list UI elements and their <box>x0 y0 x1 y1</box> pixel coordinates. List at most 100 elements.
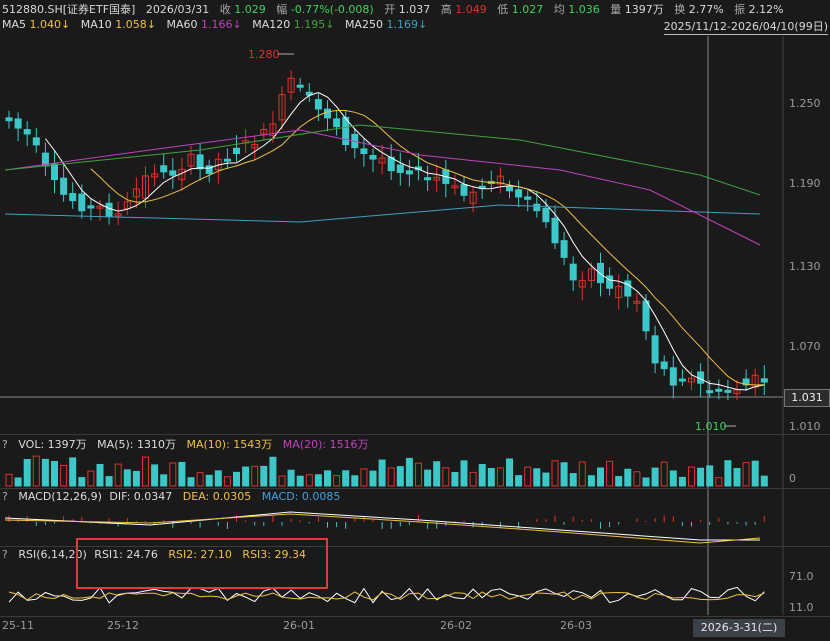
volume-bar <box>342 470 350 487</box>
volume-bar <box>542 472 550 487</box>
cursor-date-label: 2026-3-31(二) <box>693 619 785 637</box>
volume-bar <box>533 468 541 487</box>
panel-menu-icon[interactable]: ? <box>2 490 8 503</box>
x-axis-label: 26-03 <box>560 619 592 632</box>
volume-bar <box>751 460 759 487</box>
candle-body <box>169 170 177 176</box>
volume-bar <box>642 477 650 487</box>
separator <box>0 616 830 617</box>
volume-bar <box>205 474 213 487</box>
ma60-line <box>4 129 761 246</box>
candle-body <box>105 202 113 218</box>
candle-body <box>506 186 513 192</box>
candle-body <box>405 170 413 175</box>
price-axis-label: 1.250 <box>789 97 821 110</box>
volume-bar <box>442 467 450 487</box>
volume-bar <box>23 458 31 487</box>
ma10-line <box>90 110 765 386</box>
candle-body <box>533 203 541 212</box>
candle-body <box>724 389 732 393</box>
panel-menu-icon[interactable]: ? <box>2 548 8 561</box>
volume-bar <box>351 475 359 487</box>
volume-bar <box>369 470 377 487</box>
volume-bar <box>214 470 222 487</box>
volume-bar <box>278 475 286 487</box>
volume-bar <box>688 466 695 487</box>
volume-bar <box>14 477 22 487</box>
volume-bar <box>51 460 58 487</box>
volume-bar <box>597 467 604 487</box>
volume-ma20: MA(20): 1516万 <box>282 438 369 451</box>
candle-body <box>715 388 723 392</box>
candle-body <box>560 240 568 258</box>
candle-body <box>460 184 468 196</box>
volume-bar <box>187 477 195 487</box>
candle-body <box>32 137 40 146</box>
volume-axis-zero: 0 <box>789 472 796 485</box>
volume-bar <box>324 470 331 487</box>
volume-bar <box>114 463 122 487</box>
volume-bar <box>669 470 677 487</box>
candle-body <box>60 177 68 195</box>
candle-body <box>233 147 240 155</box>
low-marker-label: 1.010 <box>695 420 727 433</box>
volume-bar <box>105 476 113 487</box>
x-axis-label: 26-01 <box>283 619 315 632</box>
separator <box>0 434 830 435</box>
volume-bar <box>697 467 705 487</box>
volume-bar <box>178 461 186 487</box>
volume-bar <box>223 476 231 487</box>
volume-bar <box>724 460 732 487</box>
volume-bar <box>251 465 259 487</box>
candle-body <box>196 154 204 170</box>
candle-body <box>651 335 659 364</box>
candle-body <box>223 158 231 162</box>
volume-bar <box>360 468 368 487</box>
candle-body <box>324 108 331 119</box>
volume-bar <box>196 472 204 487</box>
separator <box>0 488 830 489</box>
volume-bar <box>378 459 386 487</box>
volume-bar <box>624 468 632 487</box>
volume-bar <box>78 477 86 487</box>
candle-body <box>314 99 322 110</box>
candle-body <box>87 205 95 209</box>
macd-title[interactable]: MACD(12,26,9) <box>18 490 102 503</box>
volume-bar <box>660 461 668 487</box>
candle-body <box>642 300 650 332</box>
candle-body <box>69 193 77 202</box>
candle-body <box>23 129 31 135</box>
candle-body <box>333 118 341 128</box>
volume-bar <box>478 463 486 487</box>
volume-bar <box>123 469 131 487</box>
volume-bar <box>60 464 68 487</box>
price-axis-label: 1.070 <box>789 340 821 353</box>
candle-body <box>296 84 304 88</box>
candle-body <box>396 164 404 173</box>
candle-body <box>569 263 577 281</box>
volume-bar <box>742 462 750 487</box>
volume-bar <box>560 462 568 487</box>
volume-bar <box>405 457 413 487</box>
volume-bar <box>69 457 77 487</box>
volume-bar <box>396 466 404 487</box>
volume-bar <box>424 469 432 487</box>
volume-bar <box>169 462 177 487</box>
volume-bar <box>142 456 149 487</box>
x-axis-label: 26-02 <box>440 619 472 632</box>
price-axis-label: 1.010 <box>789 420 821 433</box>
volume-bar <box>460 460 468 487</box>
volume-bar <box>314 474 322 487</box>
volume-panel-header: ? VOL: 1397万 MA(5): 1310万 MA(10): 1543万 … <box>2 436 376 451</box>
candle-body <box>597 262 604 284</box>
volume-bar <box>651 467 659 487</box>
volume-bar <box>615 476 623 487</box>
volume-bar <box>469 471 477 487</box>
volume-bar <box>260 465 268 487</box>
volume-bar <box>506 458 513 487</box>
candle-body <box>78 193 86 212</box>
candle-body <box>51 163 58 181</box>
panel-menu-icon[interactable]: ? <box>2 438 8 451</box>
volume-bar <box>551 460 559 487</box>
volume-ma10: MA(10): 1543万 <box>186 438 273 451</box>
